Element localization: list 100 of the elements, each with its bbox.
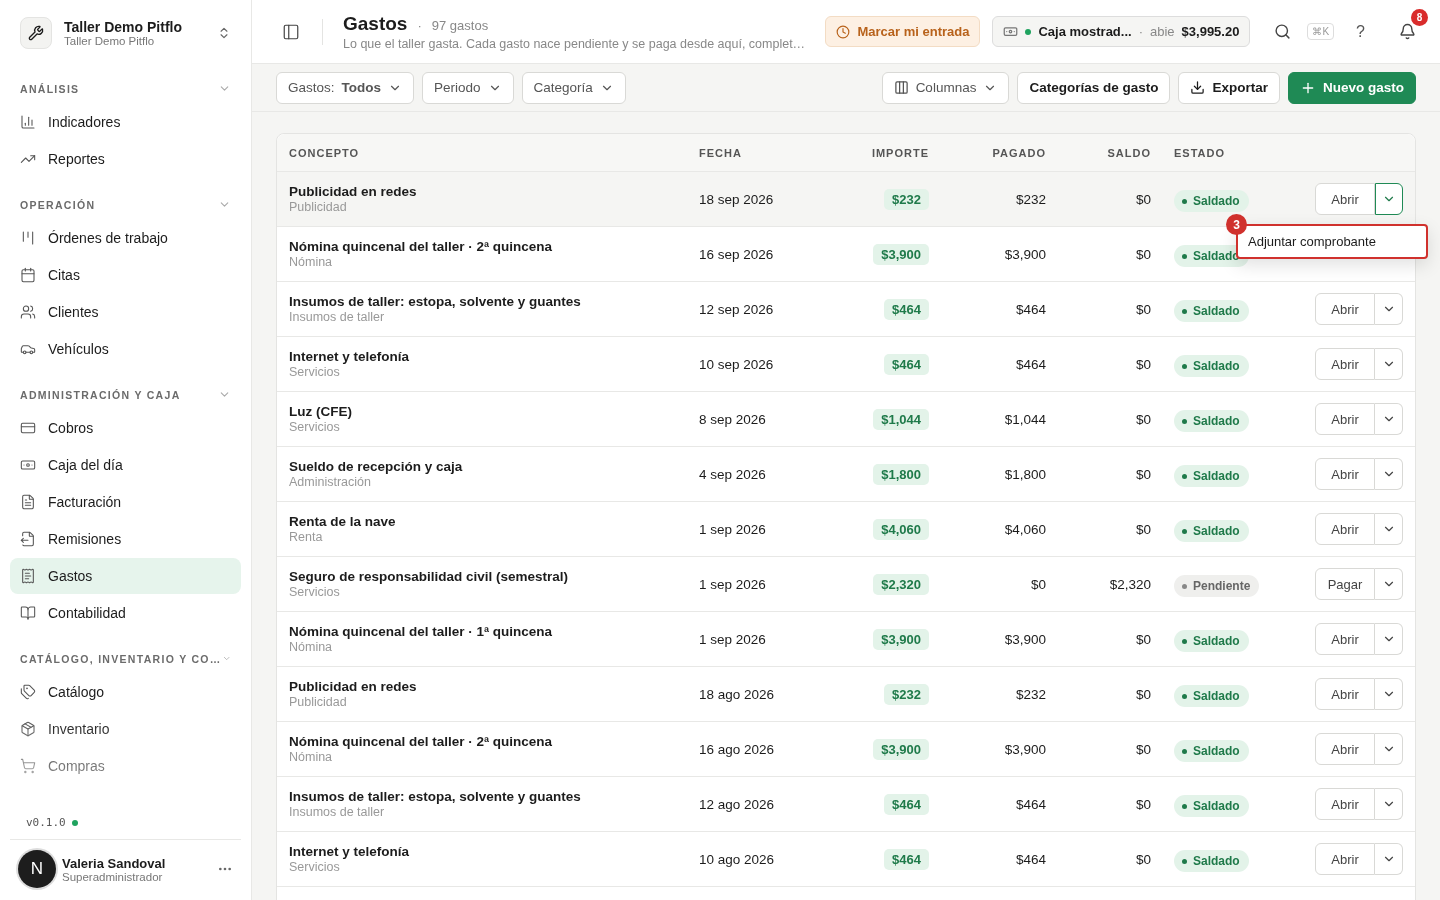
- column-header: IMPORTE: [870, 146, 929, 159]
- amount-badge: $232: [884, 683, 929, 705]
- expense-concept: Nómina quincenal del taller · 2ª quincena: [289, 734, 554, 749]
- expense-concept: Insumos de taller: estopa, solvente y guantes: [289, 294, 582, 309]
- page-subtitle: Lo que el taller gasta. Cada gasto nace pendiente y se paga desde aquí, complet…: [343, 36, 807, 51]
- user-role: Superadministrador: [62, 870, 164, 883]
- expense-concept: Internet y telefonía: [289, 844, 411, 859]
- date-cell-text: 8 sep 2026: [699, 411, 767, 427]
- status-badge: Saldado: [1174, 355, 1249, 377]
- balance-cell-text: $0: [1134, 301, 1151, 317]
- paid-cell-text: $4,060: [1003, 521, 1046, 537]
- balance-cell-text: $0: [1134, 191, 1151, 207]
- date-cell-text: 16 sep 2026: [699, 246, 775, 262]
- date-cell-text: 18 sep 2026: [699, 191, 775, 207]
- date-cell-text: 18 ago 2026: [699, 686, 776, 702]
- amount-badge: $1,044: [873, 408, 929, 430]
- paid-cell-text: $3,900: [1003, 246, 1046, 262]
- expense-category: Nómina: [289, 640, 334, 654]
- expense-category: Publicidad: [289, 695, 348, 709]
- expense-concept: Luz (CFE): [289, 404, 353, 419]
- notification-badge: 8: [1411, 9, 1428, 26]
- amount-badge: $3,900: [873, 738, 929, 760]
- paid-cell-text: $1,800: [1003, 466, 1046, 482]
- expense-concept: Nómina quincenal del taller · 2ª quincena: [289, 239, 554, 254]
- status-badge: Pendiente: [1174, 575, 1260, 597]
- amount-badge: $3,900: [873, 243, 929, 265]
- status-badge: Saldado: [1174, 300, 1249, 322]
- expense-category: Insumos de taller: [289, 805, 386, 819]
- expense-count: 97 gastos: [431, 17, 489, 33]
- date-cell-text: 10 sep 2026: [699, 356, 775, 372]
- workspace-name: Taller Demo Pitflo: [64, 19, 183, 35]
- expense-concept: Publicidad en redes: [289, 184, 418, 199]
- paid-cell-text: $232: [1014, 191, 1046, 207]
- column-header: FECHA: [699, 146, 743, 159]
- expense-category: Servicios: [289, 585, 341, 599]
- balance-cell-text: $0: [1134, 741, 1151, 757]
- date-cell-text: 10 ago 2026: [699, 851, 776, 867]
- amount-badge: $464: [884, 353, 929, 375]
- user-name: Valeria Sandoval: [62, 855, 167, 871]
- version-text: v0.1.0: [26, 816, 66, 829]
- balance-cell-text: $0: [1134, 466, 1151, 482]
- amount-badge: $464: [884, 848, 929, 870]
- expense-category: Servicios: [289, 365, 341, 379]
- shortcut-hint: ⌘K: [1307, 23, 1335, 40]
- date-cell-text: 12 sep 2026: [699, 301, 775, 317]
- amount-badge: $3,900: [873, 628, 929, 650]
- paid-cell-text: $464: [1014, 301, 1046, 317]
- expense-category: Nómina: [289, 750, 334, 764]
- status-badge: Saldado: [1174, 465, 1249, 487]
- date-cell-text: 12 ago 2026: [699, 796, 776, 812]
- amount-badge: $464: [884, 793, 929, 815]
- balance-cell-text: $0: [1134, 411, 1151, 427]
- paid-cell-text: $464: [1014, 851, 1046, 867]
- date-cell-text: 4 sep 2026: [699, 466, 767, 482]
- column-header: SALDO: [1106, 146, 1151, 159]
- balance-cell-text: $0: [1134, 631, 1151, 647]
- amount-badge: $2,320: [873, 573, 929, 595]
- expense-concept: Insumos de taller: estopa, solvente y guantes: [289, 789, 582, 804]
- expense-category: Publicidad: [289, 200, 348, 214]
- status-badge: Saldado: [1174, 520, 1249, 542]
- balance-cell-text: $0: [1134, 796, 1151, 812]
- column-header: CONCEPTO: [289, 146, 361, 159]
- expense-category: Nómina: [289, 255, 334, 269]
- count-separator: ·: [417, 17, 422, 33]
- expense-concept: Seguro de responsabilidad civil (semestral): [289, 569, 570, 584]
- balance-cell-text: $0: [1134, 686, 1151, 702]
- status-badge: Saldado: [1174, 410, 1249, 432]
- amount-badge: $232: [884, 188, 929, 210]
- page-title: Gastos: [343, 12, 408, 35]
- paid-cell-text: $0: [1029, 576, 1046, 592]
- expense-category: Servicios: [289, 860, 341, 874]
- paid-cell-text: $1,044: [1003, 411, 1046, 427]
- balance-cell-text: $0: [1134, 246, 1151, 262]
- expense-concept: Renta de la nave: [289, 514, 397, 529]
- status-badge: Saldado: [1174, 685, 1249, 707]
- workspace-subtitle: Taller Demo Pitflo: [64, 35, 156, 47]
- expense-concept: Nómina quincenal del taller · 1ª quincena: [289, 624, 554, 639]
- status-badge: Saldado: [1174, 740, 1249, 762]
- expense-category: Servicios: [289, 420, 341, 434]
- expense-category: Renta: [289, 530, 324, 544]
- balance-cell-text: $0: [1134, 851, 1151, 867]
- paid-cell-text: $464: [1014, 796, 1046, 812]
- amount-badge: $464: [884, 298, 929, 320]
- expense-concept: Sueldo de recepción y caja: [289, 459, 464, 474]
- status-badge: Saldado: [1174, 795, 1249, 817]
- expense-concept: Internet y telefonía: [289, 349, 411, 364]
- amount-badge: $4,060: [873, 518, 929, 540]
- balance-cell-text: $2,320: [1108, 576, 1151, 592]
- date-cell-text: 1 sep 2026: [699, 631, 767, 647]
- column-header: ESTADO: [1173, 146, 1227, 159]
- column-header: PAGADO: [991, 146, 1046, 159]
- status-badge: Saldado: [1174, 190, 1249, 212]
- status-badge: Saldado: [1174, 850, 1249, 872]
- date-cell-text: 16 ago 2026: [699, 741, 776, 757]
- paid-cell-text: $3,900: [1003, 631, 1046, 647]
- expense-category: Administración: [289, 475, 372, 489]
- paid-cell-text: $3,900: [1003, 741, 1046, 757]
- date-cell-text: 1 sep 2026: [699, 521, 767, 537]
- expense-category: Insumos de taller: [289, 310, 386, 324]
- date-cell-text: 1 sep 2026: [699, 576, 767, 592]
